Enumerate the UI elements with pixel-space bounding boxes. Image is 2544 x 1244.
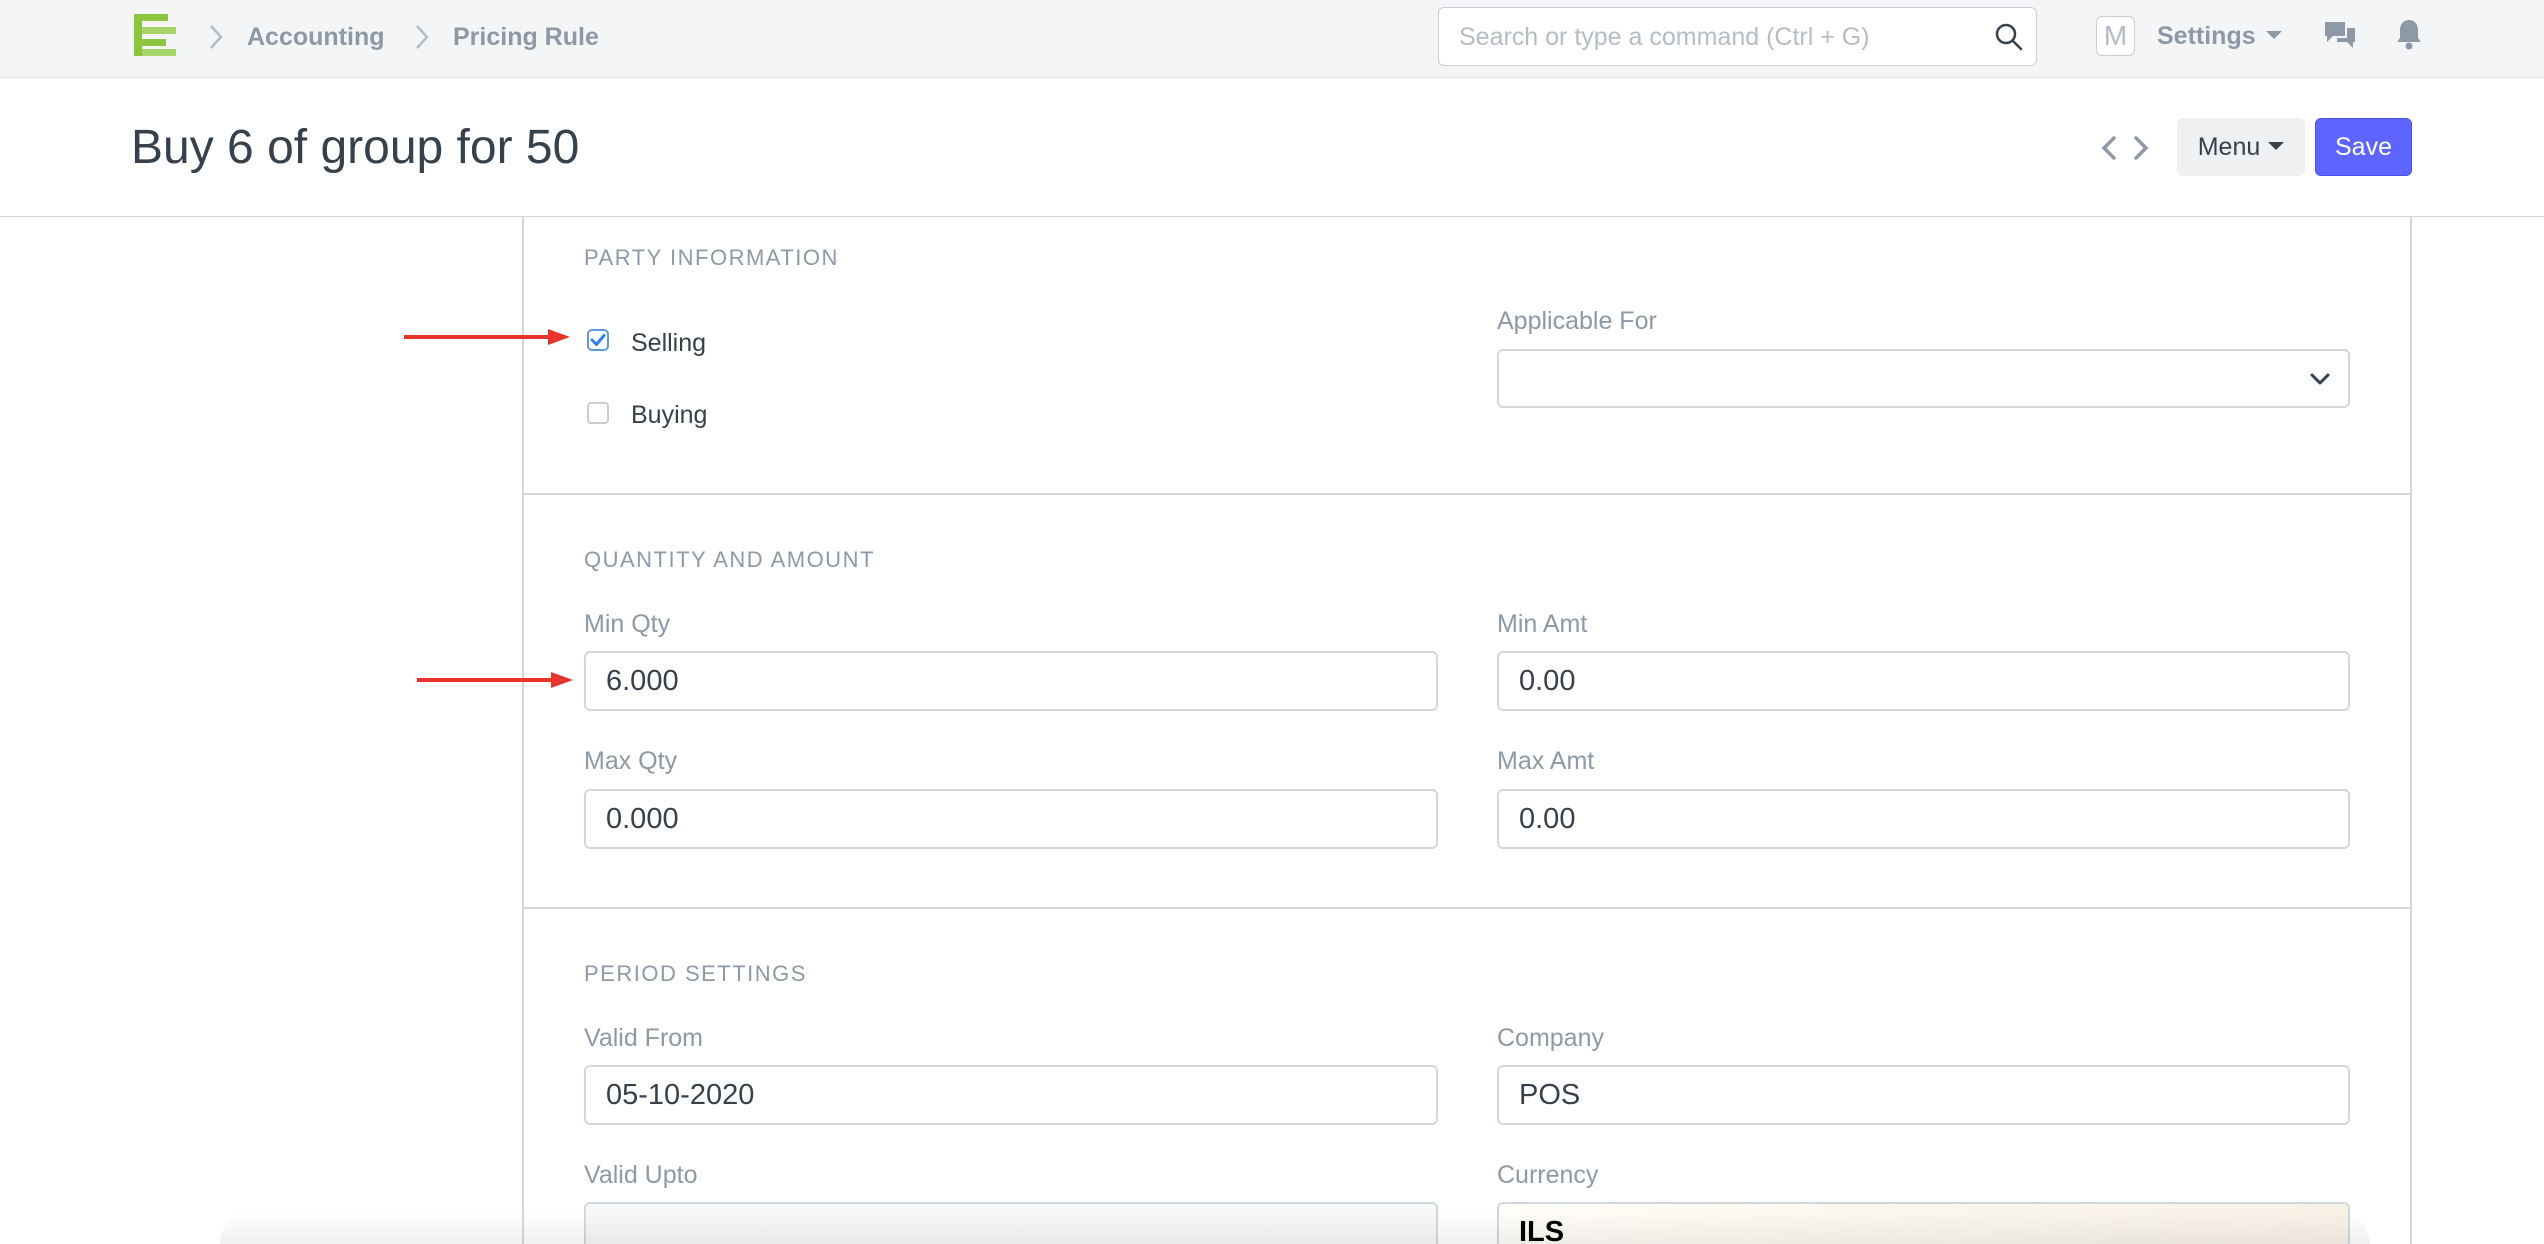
app-logo-icon[interactable] [132, 12, 180, 58]
valid-upto-label: Valid Upto [584, 1161, 698, 1189]
breadcrumb-chevron-icon [210, 25, 223, 49]
valid-upto-input[interactable] [584, 1202, 1438, 1244]
min-qty-input[interactable] [584, 651, 1438, 711]
buying-checkbox[interactable] [587, 402, 609, 424]
section-divider [522, 907, 2412, 909]
valid-from-label: Valid From [584, 1024, 704, 1052]
buying-label: Buying [631, 401, 708, 429]
search-icon[interactable] [1994, 22, 2024, 52]
min-qty-label: Min Qty [584, 610, 671, 638]
caret-down-icon [2265, 31, 2282, 40]
selling-label: Selling [631, 329, 707, 357]
breadcrumb-pricing-rule[interactable]: Pricing Rule [453, 22, 599, 52]
company-input[interactable] [1497, 1065, 2350, 1125]
menu-label: Menu [2197, 132, 2261, 161]
section-divider [522, 493, 2412, 495]
chevron-down-icon [2310, 373, 2330, 385]
min-amt-label: Min Amt [1497, 610, 1588, 638]
chevron-right-icon[interactable] [2131, 132, 2151, 164]
company-label: Company [1497, 1024, 1604, 1052]
selling-checkbox[interactable] [587, 329, 609, 351]
navbar: Accounting Pricing Rule M Settings [0, 0, 2544, 78]
section-heading-period: PERIOD SETTINGS [584, 961, 807, 986]
user-avatar[interactable]: M [2096, 16, 2135, 56]
settings-label: Settings [2157, 22, 2256, 50]
section-heading-quantity: QUANTITY AND AMOUNT [584, 547, 875, 572]
annotation-arrow-icon [417, 672, 573, 688]
page-title: Buy 6 of group for 50 [131, 121, 580, 174]
page-head: Buy 6 of group for 50 Menu Save [0, 78, 2544, 217]
section-heading-party: PARTY INFORMATION [584, 245, 839, 270]
caret-down-icon [2268, 141, 2285, 150]
max-qty-label: Max Qty [584, 747, 678, 775]
menu-button[interactable]: Menu [2177, 118, 2305, 176]
annotation-arrow-icon [404, 329, 570, 345]
min-amt-input[interactable] [1497, 651, 2350, 711]
applicable-for-label: Applicable For [1497, 307, 1657, 335]
settings-dropdown[interactable]: Settings [2157, 20, 2282, 52]
applicable-for-select[interactable] [1497, 349, 2350, 408]
max-qty-input[interactable] [584, 789, 1438, 849]
search-box [1438, 7, 2037, 66]
max-amt-label: Max Amt [1497, 747, 1595, 775]
chat-icon[interactable] [2323, 20, 2357, 52]
breadcrumb-accounting[interactable]: Accounting [247, 22, 385, 52]
notification-bell-icon[interactable] [2395, 18, 2423, 50]
valid-from-input[interactable] [584, 1065, 1438, 1125]
search-input[interactable] [1459, 18, 1979, 56]
breadcrumb-chevron-icon [416, 25, 429, 49]
currency-input[interactable] [1497, 1202, 2350, 1244]
chevron-left-icon[interactable] [2099, 132, 2119, 164]
max-amt-input[interactable] [1497, 789, 2350, 849]
currency-label: Currency [1497, 1161, 1599, 1189]
save-button[interactable]: Save [2315, 118, 2412, 176]
